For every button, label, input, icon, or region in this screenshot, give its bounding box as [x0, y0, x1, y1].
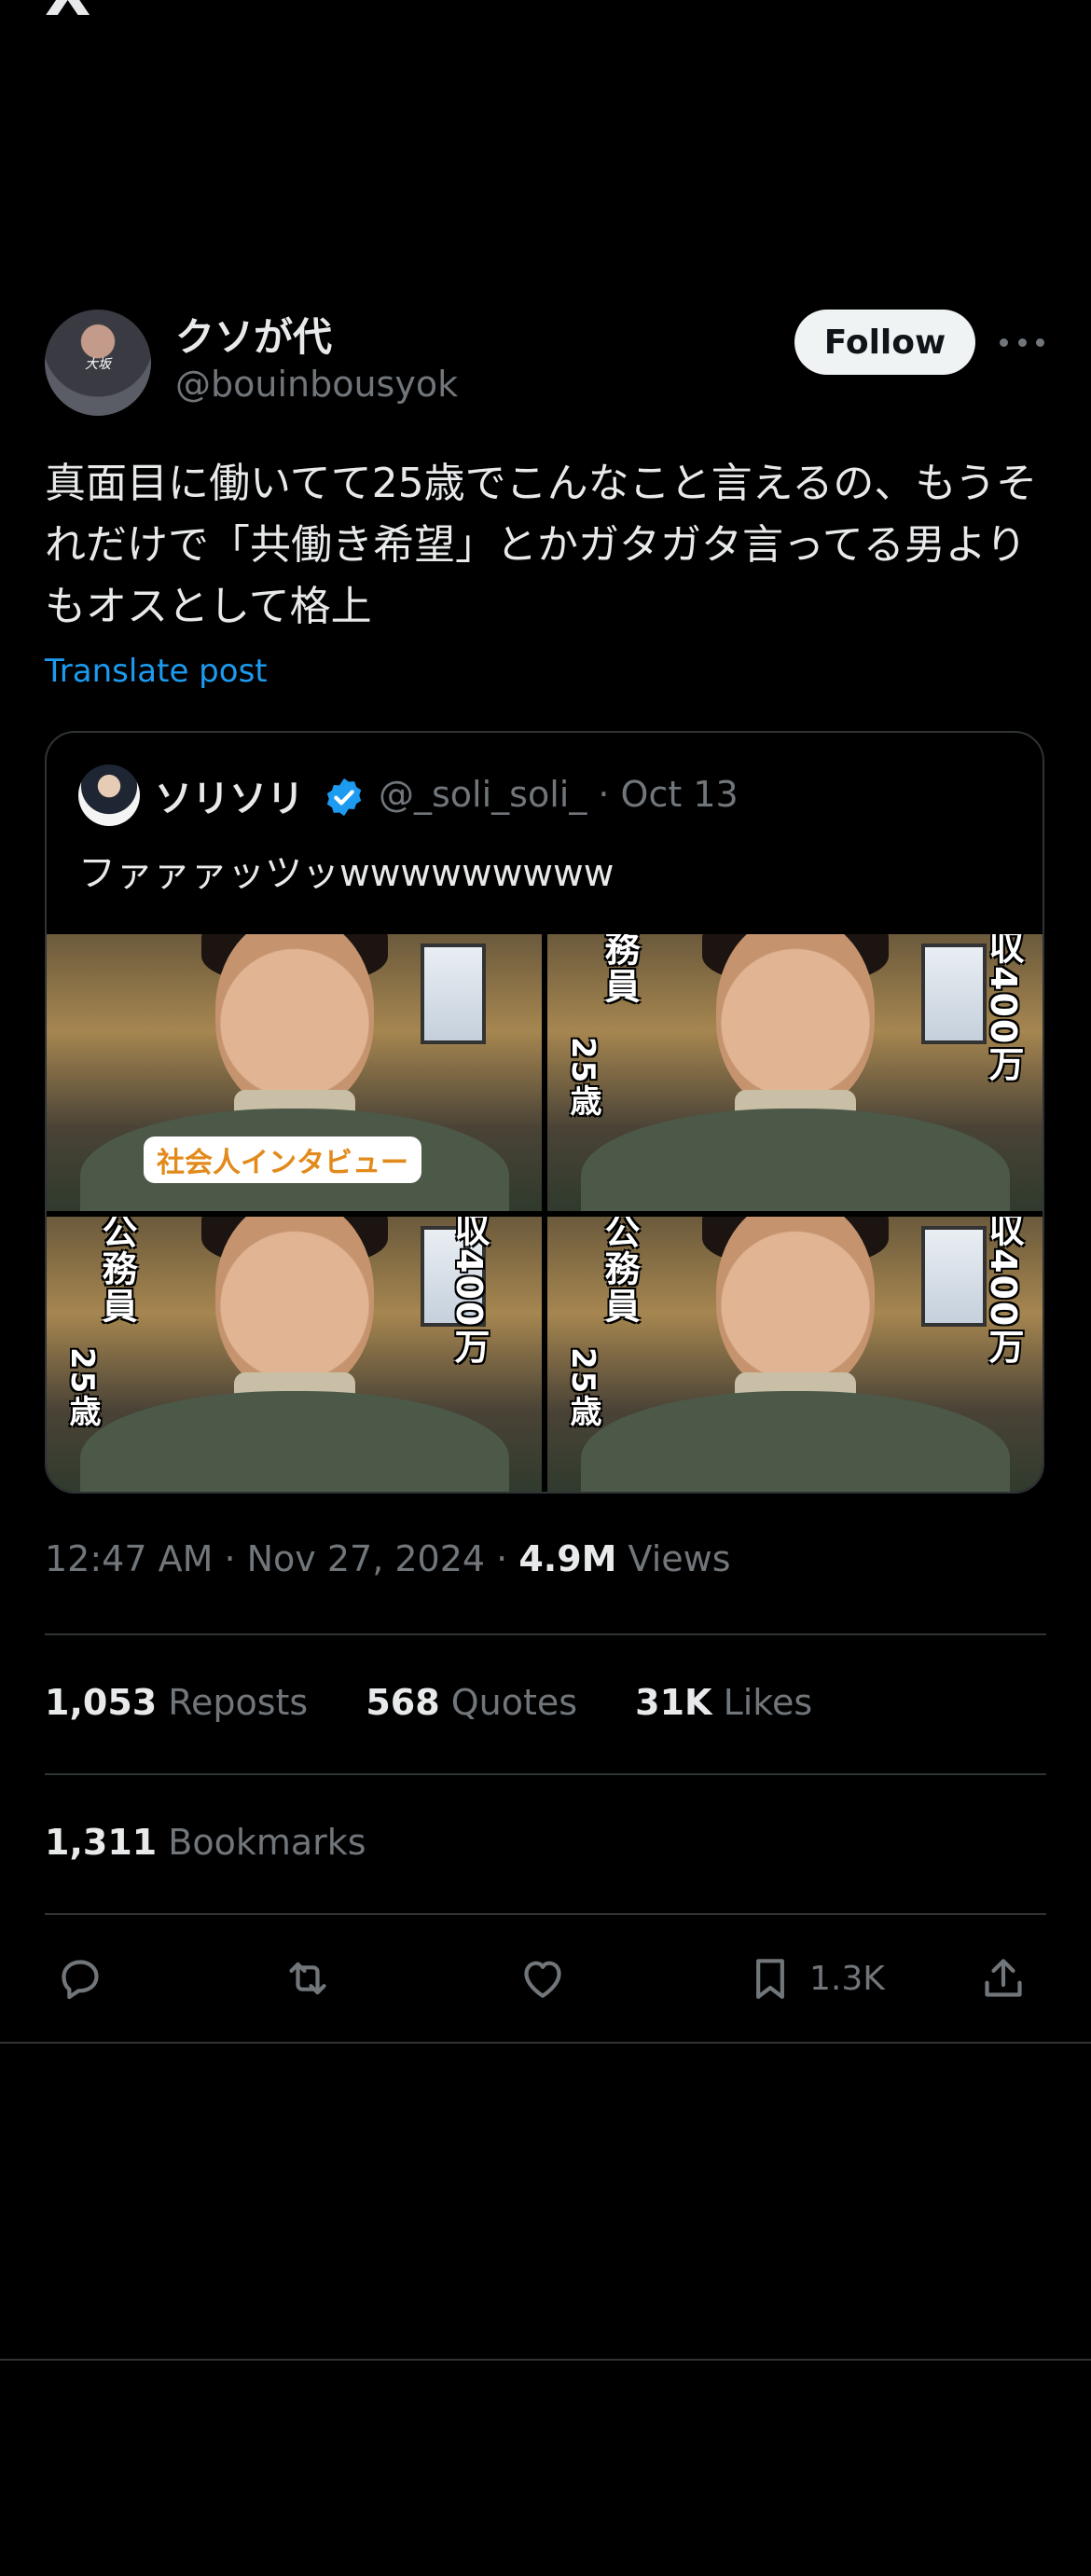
age-label: 25歳 — [564, 1037, 601, 1119]
verified-badge-icon — [326, 778, 362, 817]
reposts-stat[interactable]: 1,053 Reposts — [45, 1682, 308, 1723]
media-frame-3[interactable]: 公務員 25歳 収400万 — [47, 1217, 542, 1492]
quotes-count: 568 — [366, 1682, 440, 1723]
more-options-icon[interactable] — [1000, 328, 1044, 356]
quoted-post-card[interactable]: ソリソリ @_soli_soli_ · Oct 13 ファァァッツッwwwwww… — [45, 731, 1044, 1494]
job-label: 公務員 — [599, 1217, 640, 1325]
author-handle[interactable]: @bouinbousyok — [175, 364, 458, 405]
jacket-shape — [580, 1109, 1010, 1211]
quoted-author-handle-date[interactable]: @_soli_soli_ · Oct 13 — [379, 774, 739, 815]
face-shape — [214, 934, 374, 1111]
engagement-stats: 1,053 Reposts 568 Quotes 31K Likes — [45, 1682, 859, 1723]
post-metadata: 12:47 AM · Nov 27, 2024 · 4.9M Views — [45, 1538, 731, 1579]
jacket-shape — [79, 1391, 509, 1492]
bookmarks-count: 1,311 — [45, 1822, 158, 1863]
media-frame-1[interactable]: 社会人インタビュー — [47, 934, 542, 1211]
quoted-author-name[interactable]: ソリソリ — [155, 768, 304, 822]
reposts-count: 1,053 — [45, 1682, 158, 1723]
divider — [45, 1633, 1046, 1635]
post-text: 真面目に働いてて25歳でこんなこと言えるの、もうそれだけで「共働き希望」とかガタ… — [45, 460, 1038, 630]
reply-icon — [62, 1960, 99, 2000]
income-label: 収400万 — [983, 1217, 1024, 1366]
repost-icon — [289, 1962, 326, 1995]
quoted-media-grid[interactable]: 社会人インタビュー 務員 25歳 収400万 公務員 25歳 収400万 公務員… — [47, 934, 1043, 1492]
age-label: 25歳 — [564, 1347, 601, 1429]
likes-count: 31K — [635, 1682, 712, 1723]
divider — [0, 2359, 1091, 2361]
divider — [45, 1773, 1046, 1775]
post-author-header: 大坂 クソが代 @bouinbousyok Follow — [45, 306, 1046, 427]
quotes-label: Quotes — [439, 1682, 578, 1723]
face-shape — [715, 934, 875, 1111]
job-label: 務員 — [599, 934, 640, 1005]
media-frame-2[interactable]: 務員 25歳 収400万 — [547, 934, 1043, 1211]
job-label: 公務員 — [96, 1217, 137, 1325]
views-count: 4.9M — [518, 1538, 617, 1579]
views-label: Views — [616, 1538, 731, 1579]
follow-button[interactable]: Follow — [794, 310, 975, 375]
background-poster — [921, 1226, 987, 1327]
share-icon — [985, 1959, 1022, 1997]
repost-button[interactable] — [282, 1941, 334, 2016]
face-shape — [214, 1217, 374, 1394]
close-icon[interactable]: X — [45, 0, 110, 25]
background-poster — [921, 944, 987, 1044]
action-bar: 1.3K — [45, 1941, 1046, 2016]
bookmark-button[interactable]: 1.3K — [744, 1941, 885, 2016]
share-button[interactable] — [977, 1941, 1029, 2016]
jacket-shape — [580, 1391, 1010, 1492]
reply-button[interactable] — [54, 1941, 106, 2016]
quotes-stat[interactable]: 568 Quotes — [366, 1682, 577, 1723]
post-timestamp[interactable]: 12:47 AM · Nov 27, 2024 · — [45, 1538, 518, 1579]
bookmark-count: 1.3K — [809, 1959, 885, 1998]
heart-icon — [524, 1961, 561, 1998]
author-avatar[interactable]: 大坂 — [45, 310, 151, 416]
quoted-author-avatar[interactable] — [78, 765, 140, 826]
avatar-shirt-text: 大坂 — [85, 357, 111, 372]
like-button[interactable] — [517, 1941, 569, 2016]
background-poster — [421, 944, 486, 1044]
age-label: 25歳 — [63, 1347, 101, 1429]
author-display-name[interactable]: クソが代 — [175, 306, 332, 363]
bookmarks-label: Bookmarks — [157, 1822, 366, 1863]
bookmarks-stat[interactable]: 1,311 Bookmarks — [45, 1822, 366, 1863]
quoted-post-text: ファァァッツッwwwwwwwww — [78, 852, 615, 895]
likes-label: Likes — [711, 1682, 813, 1723]
likes-stat[interactable]: 31K Likes — [635, 1682, 812, 1723]
interview-caption: 社会人インタビュー — [144, 1136, 421, 1183]
bookmark-icon — [756, 1959, 784, 1999]
divider — [0, 2042, 1091, 2044]
divider — [45, 1913, 1046, 1915]
income-label: 収400万 — [449, 1217, 490, 1366]
income-label: 収400万 — [983, 934, 1024, 1083]
reposts-label: Reposts — [157, 1682, 309, 1723]
media-frame-4[interactable]: 公務員 25歳 収400万 — [547, 1217, 1043, 1492]
face-shape — [715, 1217, 875, 1394]
translate-post-link[interactable]: Translate post — [45, 653, 268, 690]
